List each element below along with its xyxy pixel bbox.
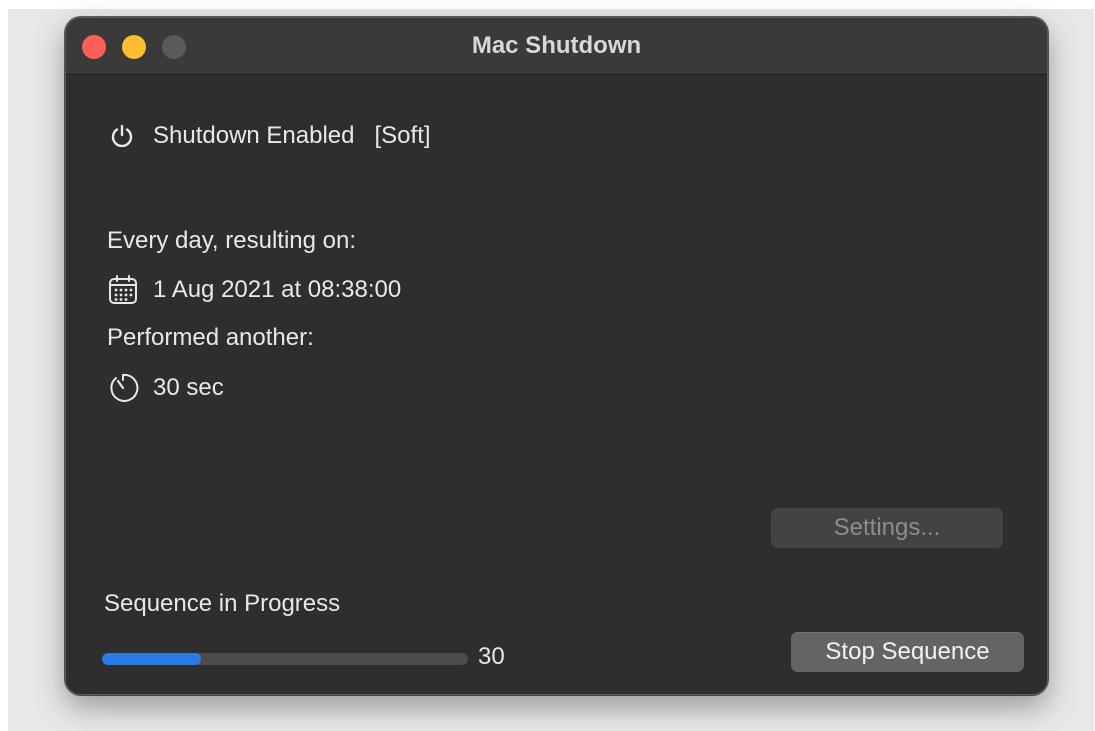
scheduled-datetime: 1 Aug 2021 at 08:38:00 (153, 276, 402, 303)
settings-button[interactable]: Settings... (771, 508, 1003, 548)
progress-bar-fill (102, 653, 201, 665)
shutdown-status: Shutdown Enabled [Soft] (109, 122, 431, 150)
progress-label: Sequence in Progress (104, 590, 341, 617)
progress-count: 30 (478, 643, 505, 670)
frequency-label: Every day, resulting on: (107, 227, 357, 254)
stop-sequence-button[interactable]: Stop Sequence (791, 632, 1024, 672)
power-icon (111, 124, 133, 148)
window-title: Mac Shutdown (471, 32, 642, 59)
delay-label: Performed another: (107, 324, 314, 351)
progress-bar (102, 653, 468, 665)
timer-icon (110, 373, 139, 402)
app-window: Mac Shutdown Shutdown Enabled [Soft] Eve… (65, 17, 1048, 695)
delay-value: 30 sec (153, 374, 224, 401)
delay-row: 30 sec (107, 372, 224, 404)
title-bar: Mac Shutdown (66, 18, 1047, 75)
scheduled-date: 1 Aug 2021 at 08:38:00 (107, 274, 401, 306)
status-mode: [Soft] (374, 122, 431, 149)
status-text: Shutdown Enabled (153, 122, 355, 149)
calendar-icon (109, 275, 137, 304)
